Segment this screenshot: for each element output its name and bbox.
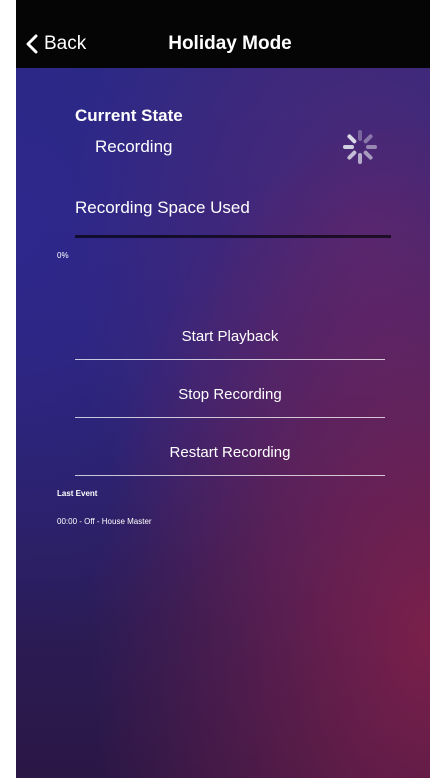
recording-space-label: Recording Space Used <box>75 198 250 217</box>
app-screen: Back Holiday Mode Current State Recordin… <box>16 0 430 778</box>
restart-recording-button[interactable]: Restart Recording <box>75 431 385 476</box>
stop-recording-button[interactable]: Stop Recording <box>75 373 385 418</box>
loading-spinner-icon <box>343 130 377 164</box>
recording-space-percent: 0% <box>57 251 69 260</box>
last-event-title: Last Event <box>57 489 98 498</box>
last-event-text: 00:00 - Off - House Master <box>57 517 152 526</box>
recording-space-progress-bar <box>75 235 391 238</box>
current-state-value: Recording <box>95 137 173 156</box>
page-title: Holiday Mode <box>168 33 292 54</box>
current-state-label: Current State <box>75 106 183 125</box>
navigation-bar: Back Holiday Mode <box>16 0 430 68</box>
start-playback-button[interactable]: Start Playback <box>75 315 385 360</box>
